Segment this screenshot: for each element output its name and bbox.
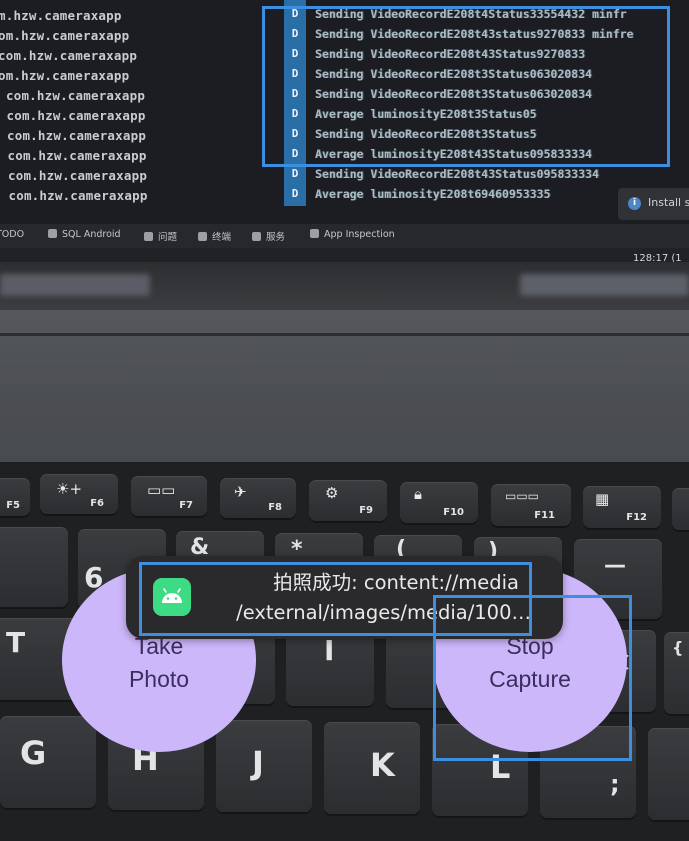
key-label: — — [604, 553, 626, 578]
log-message-row: Average luminosityE208t69460953335 — [315, 187, 551, 201]
log-package-row: om.hzw.cameraxapp — [0, 28, 130, 43]
camera-preview: m.hzw.cameraxapp om.hzw.cameraxapp com.hzw… — [0, 0, 689, 841]
ide-toolbar-item: SQL Android — [48, 229, 121, 240]
key-f8: ✈ F8 — [220, 478, 296, 518]
key-label: T — [6, 626, 26, 659]
key-label: F10 — [443, 507, 464, 518]
key-brace-left: { — [664, 632, 689, 714]
key-5 — [0, 527, 68, 607]
toolbar-item-label: App Inspection — [324, 229, 395, 240]
key-fn-right — [672, 488, 689, 530]
key-f9: ⚙ F9 — [309, 480, 387, 521]
ide-toolbar-item: 终端 — [198, 229, 231, 243]
toolbar-item-icon — [144, 232, 153, 241]
toolbar-item-label: TODO — [0, 229, 25, 240]
log-level-tag: D — [291, 167, 299, 180]
key-f12: ▦ F12 — [583, 486, 661, 528]
toolbar-item-label: 问题 — [158, 232, 178, 243]
log-package-row: com.hzw.cameraxapp — [6, 108, 146, 123]
log-package-row: com.hzw.cameraxapp — [8, 188, 148, 203]
key-label: ; — [610, 770, 620, 798]
key-f6: ☀+ F6 — [40, 474, 118, 514]
take-photo-label-line2: Photo — [128, 666, 190, 692]
laptop-bezel — [0, 262, 689, 310]
log-package-row: com.hzw.cameraxapp — [0, 48, 138, 63]
key-f7: ▭▭ F7 — [131, 476, 207, 516]
key-label: F5 — [6, 500, 20, 511]
install-chip-label: Install s — [648, 196, 689, 209]
log-package-row: com.hzw.cameraxapp — [8, 168, 148, 183]
calculator-icon: ▦ — [595, 490, 610, 508]
log-package-row: com.hzw.cameraxapp — [6, 88, 146, 103]
highlight-box-stop-capture — [433, 595, 632, 761]
install-notification-chip: i Install s — [618, 188, 689, 220]
key-k: K — [324, 722, 420, 814]
log-package-row: om.hzw.cameraxapp — [0, 68, 130, 83]
toolbar-item-label: 终端 — [212, 232, 232, 243]
key-quote — [648, 728, 689, 820]
info-icon: i — [628, 197, 641, 210]
key-label: { — [672, 638, 684, 657]
key-j: J — [216, 720, 312, 812]
key-label: F7 — [179, 500, 193, 511]
key-f10: 🔒︎ F10 — [400, 482, 478, 523]
key-label: K — [370, 746, 395, 784]
toolbar-item-icon — [198, 232, 207, 241]
toolbar-item-label: 服务 — [266, 232, 286, 243]
key-label: F9 — [359, 505, 373, 516]
log-level-tag: D — [291, 187, 299, 200]
logcat-package-column: m.hzw.cameraxapp om.hzw.cameraxapp com.hzw… — [0, 0, 270, 210]
ide-toolbar-item: TODO — [0, 229, 24, 240]
blurred-taskbar-right — [520, 274, 689, 296]
toolbar-item-icon — [252, 232, 261, 241]
multitask-icon: ▭▭▭ — [505, 489, 540, 503]
log-package-row: m.hzw.cameraxapp — [0, 8, 122, 23]
ide-toolbar-item: 问题 — [144, 229, 177, 243]
highlight-box-log-messages — [262, 6, 670, 167]
blurred-taskbar-left — [0, 274, 150, 296]
key-label: J — [252, 744, 264, 782]
toolbar-item-label: SQL Android — [62, 229, 121, 240]
log-package-row: com.hzw.cameraxapp — [7, 128, 147, 143]
lock-icon: 🔒︎ — [414, 485, 422, 503]
ide-toolbar-item: App Inspection — [310, 229, 395, 240]
caret-position: 128:17 (1 — [633, 253, 682, 262]
key-g: G — [0, 716, 96, 808]
ide-status-bar — [0, 248, 689, 262]
brightness-up-icon: ☀+ — [56, 480, 83, 498]
settings-gear-icon: ⚙ — [325, 484, 339, 502]
toolbar-item-icon — [48, 229, 57, 238]
airplane-mode-icon: ✈ — [234, 483, 247, 501]
hinge-line — [0, 333, 689, 336]
display-switch-icon: ▭▭ — [147, 481, 176, 499]
ide-toolbar-item: 服务 — [252, 229, 285, 243]
toolbar-item-icon — [310, 229, 319, 238]
key-label: F6 — [90, 498, 104, 509]
key-label: F11 — [534, 510, 555, 521]
key-label: F8 — [268, 502, 282, 513]
key-f11: ▭▭▭ F11 — [491, 484, 571, 526]
key-label: G — [20, 734, 47, 772]
key-f5: F5 — [0, 478, 30, 516]
log-package-row: com.hzw.cameraxapp — [7, 148, 147, 163]
log-message-row: Sending VideoRecordE208t43Status09583333… — [315, 167, 599, 181]
ide-bottom-toolbar: TODO SQL Android 问题 终端 服务 App Inspection — [0, 224, 689, 248]
key-label: F12 — [626, 512, 647, 523]
